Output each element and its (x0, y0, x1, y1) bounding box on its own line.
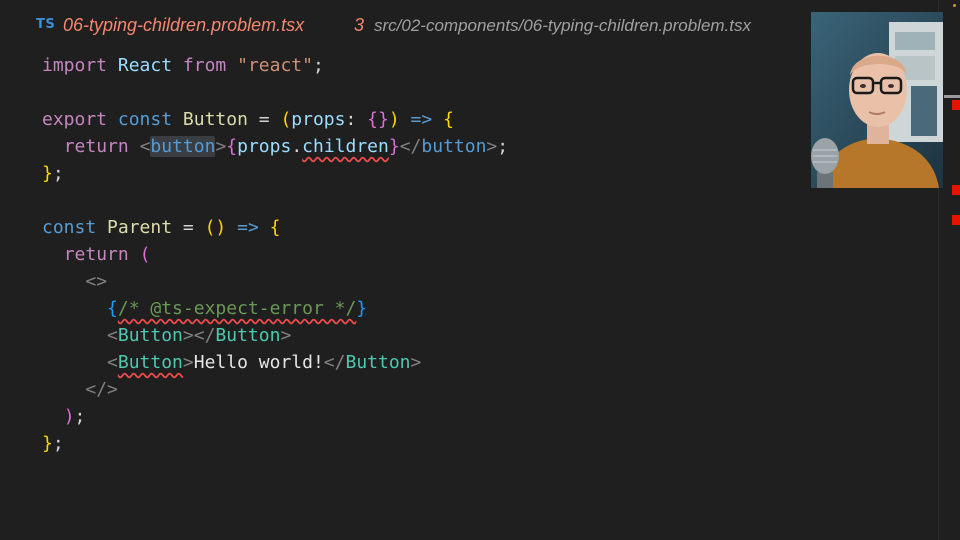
token-bracket: } (388, 136, 400, 157)
code-line-3[interactable]: export const Button = (props: {}) => { (42, 106, 454, 133)
token-punctuation: < (107, 325, 118, 346)
token-punctuation: ; (312, 55, 324, 76)
token-identifier: props (237, 136, 292, 157)
token-punctuation: ; (497, 136, 509, 157)
token-component-error[interactable]: Button (118, 352, 183, 373)
code-line-15[interactable]: }; (42, 430, 64, 457)
error-marker[interactable] (952, 185, 960, 195)
token-bracket: ) (215, 217, 227, 238)
token-bracket: } (356, 298, 368, 319)
token-tag: button (150, 136, 216, 157)
scrollbar-cursor-marker (944, 95, 960, 98)
token-punctuation: > (280, 325, 292, 346)
tab-file-name[interactable]: 06-typing-children.problem.tsx (63, 15, 304, 36)
token-bracket: { (269, 217, 281, 238)
error-marker[interactable] (952, 100, 960, 110)
token-identifier: Parent (107, 217, 173, 238)
token-punctuation: </ (323, 352, 346, 373)
token-punctuation: < (139, 136, 151, 157)
code-line-11[interactable]: <Button></Button> (42, 322, 291, 349)
token-keyword: const (117, 109, 173, 130)
token-keyword: return (63, 244, 129, 265)
token-component: Button (215, 325, 281, 346)
token-bracket: { (107, 298, 118, 319)
problem-count-badge: 3 (354, 15, 365, 35)
token-punctuation: ></ (182, 325, 216, 346)
token-component: Button (117, 325, 183, 346)
presenter-video-image (811, 12, 943, 188)
token-punctuation: : (345, 109, 368, 130)
token-parameter: props (291, 109, 346, 130)
token-punctuation: > (486, 136, 498, 157)
token-punctuation: ; (74, 406, 86, 427)
token-comment-error[interactable]: /* @ts-expect-error */ (118, 298, 356, 319)
token-bracket: { (226, 136, 238, 157)
code-line-14[interactable]: ); (42, 403, 86, 430)
token-punctuation: < (107, 352, 118, 373)
code-line-5[interactable]: }; (42, 160, 64, 187)
token-bracket: } (42, 163, 53, 184)
tab-file-path: src/02-components/06-typing-children.pro… (374, 16, 752, 35)
token-property-error[interactable]: children (302, 136, 389, 157)
token-bracket: { (443, 109, 454, 130)
webcam-overlay (811, 12, 943, 188)
token-fragment: </> (85, 379, 118, 400)
typescript-file-icon: TS (36, 17, 56, 32)
token-identifier: React (117, 55, 173, 76)
token-punctuation: ; (52, 433, 64, 454)
token-component: Button (345, 352, 411, 373)
token-bracket: ( (280, 109, 292, 130)
code-line-4[interactable]: return <button>{props.children}</button>… (42, 133, 508, 160)
token-bracket: ( (139, 244, 151, 265)
code-line-10[interactable]: {/* @ts-expect-error */} (42, 295, 367, 322)
token-keyword: import (42, 55, 108, 76)
code-line-8[interactable]: return ( (42, 241, 151, 268)
token-keyword: const (42, 217, 97, 238)
token-bracket: } (42, 433, 53, 454)
token-operator: => (399, 109, 444, 130)
code-line-13[interactable]: </> (42, 376, 118, 403)
token-keyword: return (63, 136, 129, 157)
token-punctuation: > (182, 352, 194, 373)
token-jsx-text: Hello world! (193, 352, 324, 373)
code-line-12[interactable]: <Button>Hello world!</Button> (42, 349, 421, 376)
code-line-1[interactable]: import React from "react"; (42, 52, 324, 79)
token-operator: = (172, 217, 205, 238)
code-line-9[interactable]: <> (42, 268, 107, 295)
modified-indicator-icon (953, 4, 956, 7)
token-fragment: <> (85, 271, 108, 292)
token-tag: button (421, 136, 487, 157)
token-bracket: ) (388, 109, 400, 130)
token-bracket: {} (367, 109, 389, 130)
token-punctuation: > (410, 352, 422, 373)
token-operator: => (226, 217, 270, 238)
token-punctuation: ; (52, 163, 64, 184)
error-marker[interactable] (952, 215, 960, 225)
token-bracket: ) (63, 406, 75, 427)
token-keyword: export (42, 109, 108, 130)
code-line-7[interactable]: const Parent = () => { (42, 214, 280, 241)
token-string: "react" (237, 55, 313, 76)
token-punctuation: </ (399, 136, 422, 157)
token-keyword: from (182, 55, 227, 76)
token-punctuation: > (215, 136, 227, 157)
token-operator: = (247, 109, 281, 130)
token-bracket: ( (204, 217, 216, 238)
token-punctuation: . (291, 136, 303, 157)
token-identifier: Button (182, 109, 248, 130)
